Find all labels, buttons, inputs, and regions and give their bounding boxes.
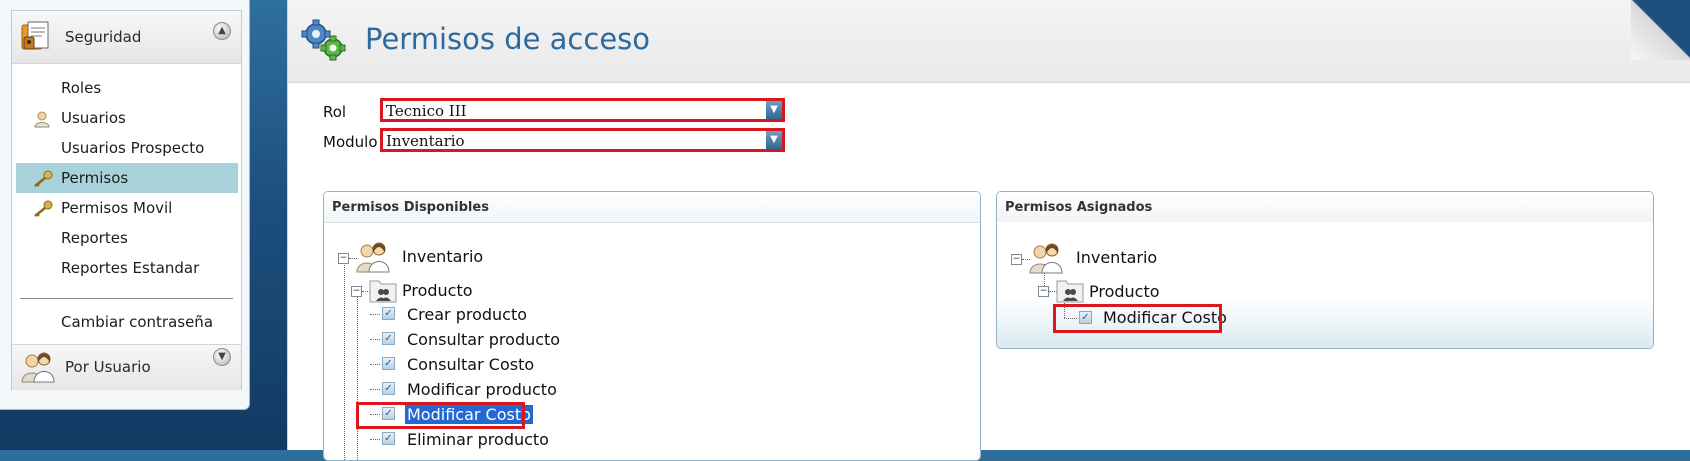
tree-line: [370, 364, 380, 365]
main-content: Permisos de acceso Rol Tecnico III ▼ Mod…: [287, 0, 1690, 461]
sidebar-item-reportes-estandar[interactable]: Reportes Estandar: [16, 253, 238, 283]
sidebar-item-label: Usuarios Prospecto: [61, 139, 205, 157]
collapse-toggle[interactable]: −: [351, 286, 362, 297]
tree-node-inventario[interactable]: Inventario: [1076, 248, 1157, 267]
rol-label: Rol: [323, 103, 347, 121]
tree-line: [357, 290, 358, 460]
page-title: Permisos de acceso: [365, 22, 651, 56]
folder-users-icon: [1056, 277, 1084, 307]
security-clipboard-icon: [20, 19, 56, 59]
sidebar-header-seguridad[interactable]: Seguridad ▲: [12, 11, 241, 64]
security-sidebar: Seguridad ▲ Roles Usuarios Usuarios Pros…: [0, 0, 250, 410]
sidebar-item-label: Reportes: [61, 229, 128, 247]
highlight-frame: [356, 402, 525, 429]
users-icon: [20, 349, 56, 389]
dropdown-arrow-icon[interactable]: ▼: [766, 131, 782, 149]
tree-line: [370, 439, 380, 440]
assigned-permissions-panel: Permisos Asignados − Inventario − Produc…: [996, 191, 1654, 349]
tree-line: [370, 339, 380, 340]
rol-select-value: Tecnico III: [386, 102, 467, 120]
tree-leaf-consultar-costo[interactable]: Consultar Costo: [407, 355, 534, 374]
sidebar-footer-title: Por Usuario: [65, 358, 151, 376]
tree-leaf-consultar-producto[interactable]: Consultar producto: [407, 330, 560, 349]
tree-leaf-crear-producto[interactable]: Crear producto: [407, 305, 527, 324]
permission-checkbox[interactable]: ✓: [382, 332, 395, 345]
panel-header: Permisos Disponibles: [324, 192, 980, 223]
collapse-toggle[interactable]: −: [1038, 286, 1049, 297]
page-header: Permisos de acceso: [288, 0, 1690, 83]
tree-line: [370, 314, 380, 315]
sidebar-item-label: Usuarios: [61, 109, 126, 127]
page-corner-fold: [1631, 0, 1690, 60]
modulo-select[interactable]: Inventario ▼: [380, 128, 785, 152]
highlight-frame: [1053, 304, 1222, 333]
sidebar-header-title: Seguridad: [65, 28, 142, 46]
sidebar-item-usuarios-prospecto[interactable]: Usuarios Prospecto: [16, 133, 238, 163]
sidebar-item-label: Permisos Movil: [61, 199, 173, 217]
folder-users-icon: [369, 277, 397, 307]
sidebar-item-permisos[interactable]: Permisos: [16, 163, 238, 193]
available-permissions-panel: Permisos Disponibles − Inventario − Prod…: [323, 191, 981, 461]
permission-checkbox[interactable]: ✓: [382, 307, 395, 320]
sidebar-item-label: Permisos: [61, 169, 129, 187]
users-icon: [1029, 241, 1065, 279]
tree-node-producto[interactable]: Producto: [1089, 282, 1160, 301]
expand-down-icon[interactable]: ▼: [213, 348, 231, 366]
sidebar-item-label: Roles: [61, 79, 102, 97]
sidebar-item-reportes[interactable]: Reportes: [16, 223, 238, 253]
tree-leaf-modificar-producto[interactable]: Modificar producto: [407, 380, 557, 399]
sidebar-header-por-usuario[interactable]: Por Usuario ▼: [12, 344, 241, 390]
collapse-toggle[interactable]: −: [1011, 254, 1022, 265]
available-panel-title: Permisos Disponibles: [332, 200, 489, 215]
sidebar-item-cambiar-contrasena[interactable]: Cambiar contraseña: [16, 307, 238, 337]
permission-checkbox[interactable]: ✓: [382, 432, 395, 445]
dropdown-arrow-icon[interactable]: ▼: [766, 101, 782, 119]
gears-icon: [300, 18, 348, 66]
sidebar-item-usuarios[interactable]: Usuarios: [16, 103, 238, 133]
tree-node-producto[interactable]: Producto: [402, 281, 473, 300]
sidebar-item-label: Reportes Estandar: [61, 259, 200, 277]
users-icon: [356, 240, 392, 278]
tree-line: [344, 262, 345, 460]
modulo-select-value: Inventario: [386, 132, 465, 150]
assigned-panel-title: Permisos Asignados: [1005, 200, 1153, 215]
sidebar-panel: Seguridad ▲ Roles Usuarios Usuarios Pros…: [11, 10, 242, 390]
panel-header: Permisos Asignados: [997, 192, 1653, 223]
tree-node-inventario[interactable]: Inventario: [402, 247, 483, 266]
collapse-up-icon[interactable]: ▲: [213, 22, 231, 40]
assigned-tree-area: − Inventario − Producto ✓ Modificar Cost…: [997, 222, 1653, 348]
permission-checkbox[interactable]: ✓: [382, 357, 395, 370]
sidebar-item-permisos-movil[interactable]: Permisos Movil: [16, 193, 238, 223]
collapse-toggle[interactable]: −: [338, 253, 349, 264]
tree-line: [370, 389, 380, 390]
sidebar-item-label: Cambiar contraseña: [61, 313, 214, 331]
modulo-label: Modulo: [323, 133, 378, 151]
tree-leaf-eliminar-producto[interactable]: Eliminar producto: [407, 430, 549, 449]
sidebar-divider: [20, 298, 233, 299]
permission-checkbox[interactable]: ✓: [382, 382, 395, 395]
rol-select[interactable]: Tecnico III ▼: [380, 98, 785, 122]
sidebar-item-roles[interactable]: Roles: [16, 73, 238, 103]
